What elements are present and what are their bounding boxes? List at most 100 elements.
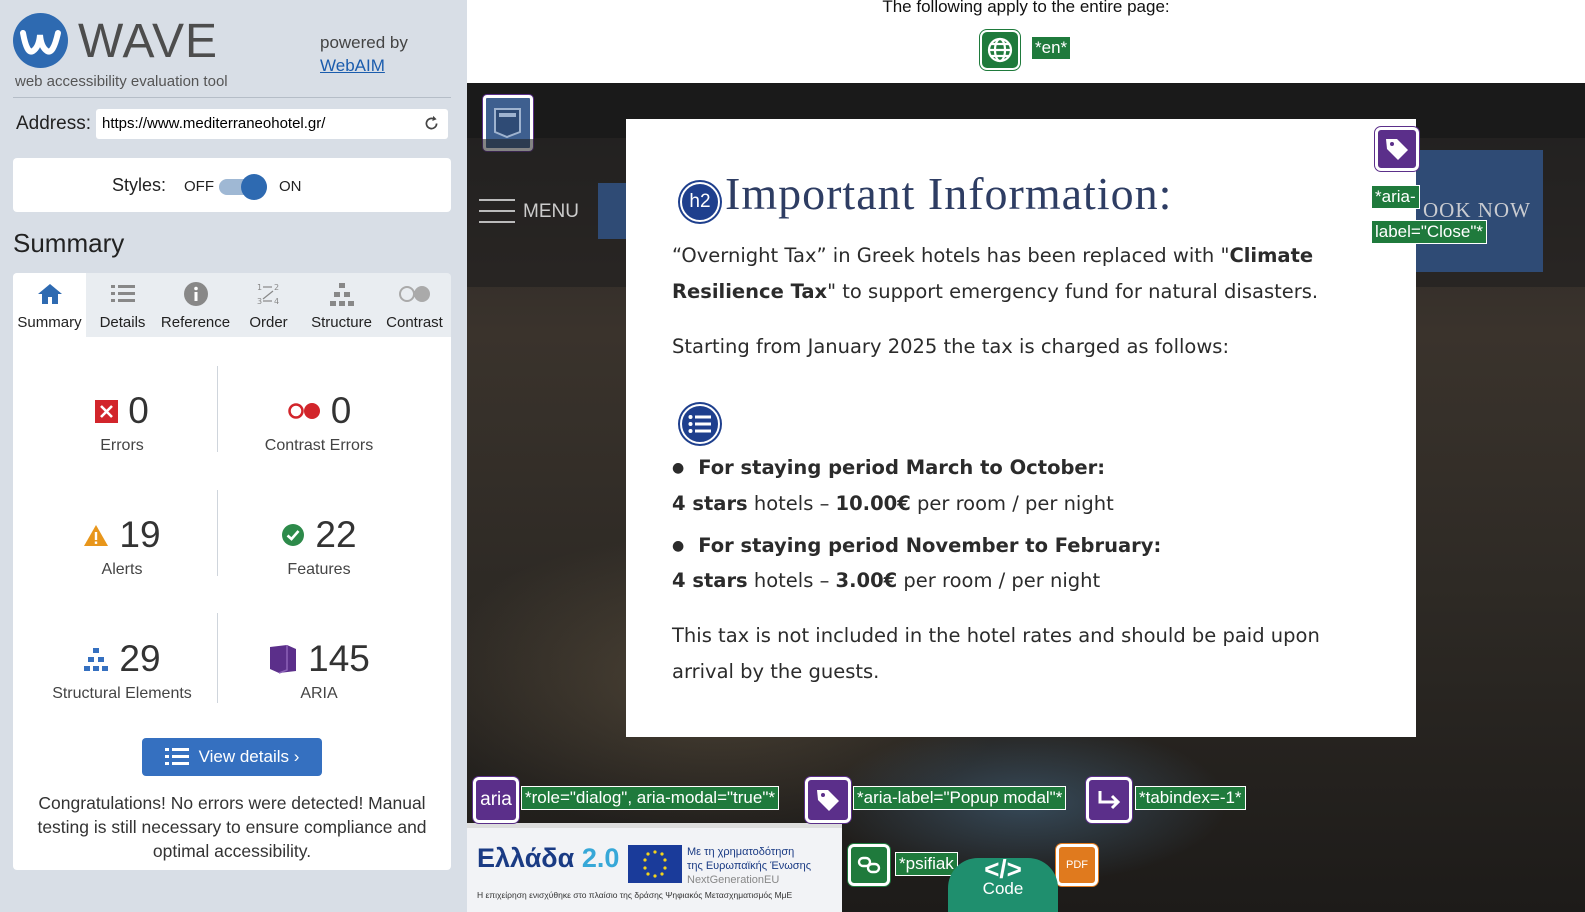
structural-count: 29 [119, 638, 161, 679]
code-toggle-button[interactable]: </> Code [948, 854, 1058, 912]
funding-banner: Ελλάδα 2.0 Με τη χρηματοδότηση της Ευρωπ… [467, 823, 842, 912]
styles-toggle-card: Styles: OFF ON [13, 158, 451, 212]
stat-alerts[interactable]: 19 Alerts [22, 513, 222, 579]
stat-structural[interactable]: 29 Structural Elements [22, 637, 222, 703]
error-icon [95, 399, 119, 423]
close-aria-label-icon[interactable] [1375, 127, 1419, 171]
address-box [96, 109, 448, 139]
text: “Overnight Tax” in Greek hotels has been… [672, 244, 1230, 267]
tab-label: Details [99, 314, 146, 331]
address-label: Address: [16, 113, 91, 134]
evaluated-page: The following apply to the entire page: … [467, 0, 1585, 912]
tab-summary[interactable]: Summary [13, 273, 86, 337]
text: per room / per night [897, 569, 1101, 592]
tab-contrast[interactable]: Contrast [378, 273, 451, 337]
banner-line: Με τη χρηματοδότηση [687, 846, 795, 858]
aria-role-icon[interactable]: aria [473, 777, 519, 823]
modal-paragraph-3: This tax is not included in the hotel ra… [672, 624, 1320, 683]
page-level-bar: The following apply to the entire page: … [467, 0, 1585, 83]
hamburger-icon[interactable] [479, 199, 515, 225]
info-icon [183, 282, 208, 306]
tab-label: Reference [160, 314, 231, 331]
text: 4 stars [672, 569, 748, 592]
contrast-errors-label: Contrast Errors [264, 437, 374, 454]
bullet-november-february: For staying period November to February: [672, 534, 1161, 557]
view-details-button[interactable]: View details › [142, 738, 322, 776]
alerts-label: Alerts [101, 561, 143, 578]
wave-sidebar: WAVE web accessibility evaluation tool p… [0, 0, 467, 912]
role-dialog-tag: *role="dialog", aria-modal="true"* [521, 786, 779, 810]
summary-panel: 0 Errors 0 Contrast Errors 19 Alerts 22 … [13, 337, 451, 870]
alert-icon [84, 524, 109, 546]
bullet-march-october: For staying period March to October: [672, 456, 1105, 479]
powered-by: powered by WebAIM [320, 31, 408, 77]
svg-text:3: 3 [257, 297, 262, 306]
styles-on-label: ON [279, 178, 302, 195]
banner-small-text: Η επιχείρηση ενισχύθηκε στο πλαίσιο της … [477, 890, 793, 900]
styles-toggle-knob[interactable] [241, 174, 267, 200]
svg-text:4: 4 [274, 297, 279, 306]
aria-icon [270, 645, 297, 674]
home-icon [37, 284, 62, 304]
banner-title: Ελλάδα 2.0 [477, 843, 619, 874]
alerts-count: 19 [119, 514, 161, 555]
stat-aria[interactable]: 145 ARIA [219, 637, 419, 703]
contrast-error-icon [287, 403, 320, 419]
important-info-modal: h2 Important Information: “Overnight Tax… [626, 119, 1416, 737]
h2-badge[interactable]: h2 [680, 182, 720, 222]
close-label-tag-2: label="Close"* [1371, 220, 1487, 244]
aria-label-popup-tag: *aria-label="Popup modal"* [853, 786, 1067, 810]
pdf-label: PDF [1066, 859, 1088, 871]
order-icon: 1 2 3 4 [257, 283, 279, 306]
text: per room / per night [910, 492, 1114, 515]
congrats-message: Congratulations! No errors were detected… [37, 793, 427, 861]
stat-contrast-errors[interactable]: 0 Contrast Errors [219, 389, 419, 455]
lang-tag: *en* [1031, 36, 1072, 60]
aria-count: 145 [308, 638, 370, 679]
address-input[interactable] [102, 115, 412, 132]
summary-heading: Summary [13, 228, 125, 258]
tab-label: Structure [311, 314, 372, 331]
banner-eu-text: Με τη χρηματοδότηση της Ευρωπαϊκής Ένωση… [687, 845, 811, 887]
nav-button-partial[interactable] [598, 183, 628, 239]
text: 10.00€ [835, 492, 911, 515]
language-globe-icon[interactable] [980, 30, 1020, 70]
tab-label: Order [249, 314, 288, 331]
feature-check-icon [282, 524, 305, 546]
list-icon [110, 285, 135, 302]
text: " to support emergency fund for natural … [827, 280, 1319, 303]
list-icon[interactable] [680, 404, 720, 444]
tabindex-tag: *tabindex=-1* [1135, 786, 1246, 810]
structure-icon [329, 283, 354, 306]
tabindex-icon[interactable] [1086, 777, 1132, 823]
svg-text:1: 1 [257, 283, 262, 292]
stat-features[interactable]: 22 Features [219, 513, 419, 579]
features-count: 22 [315, 514, 357, 555]
styles-label: Styles: [112, 175, 167, 195]
list-icon [164, 748, 189, 765]
banner-version: 2.0 [581, 843, 620, 873]
svg-text:2: 2 [274, 283, 279, 292]
structural-label: Structural Elements [52, 685, 192, 702]
tab-order[interactable]: 1 2 3 4 Order [232, 273, 305, 337]
tab-label: Summary [17, 314, 82, 331]
stat-errors[interactable]: 0 Errors [22, 389, 222, 455]
rate-line-1: 4 stars hotels – 10.00€ per room / per n… [672, 486, 1372, 522]
pdf-link-icon[interactable]: PDF [1056, 844, 1098, 886]
link-icon[interactable] [848, 844, 890, 886]
tab-label: Contrast [386, 314, 443, 331]
apply-text: The following apply to the entire page: [882, 0, 1170, 16]
banner-ellada-text: Ελλάδα [477, 843, 575, 873]
webaim-link[interactable]: WebAIM [320, 56, 385, 75]
tab-details[interactable]: Details [86, 273, 159, 337]
aria-label: ARIA [300, 685, 338, 702]
modal-paragraph-1: “Overnight Tax” in Greek hotels has been… [672, 238, 1372, 310]
reload-icon[interactable] [423, 115, 440, 132]
aria-label-tag-icon[interactable] [805, 777, 851, 823]
aria-icon-text: aria [480, 789, 512, 810]
tab-reference[interactable]: Reference [159, 273, 232, 337]
menu-label[interactable]: MENU [523, 201, 579, 223]
tab-structure[interactable]: Structure [305, 273, 378, 337]
text: 4 stars [672, 492, 748, 515]
code-label: Code [982, 879, 1024, 898]
